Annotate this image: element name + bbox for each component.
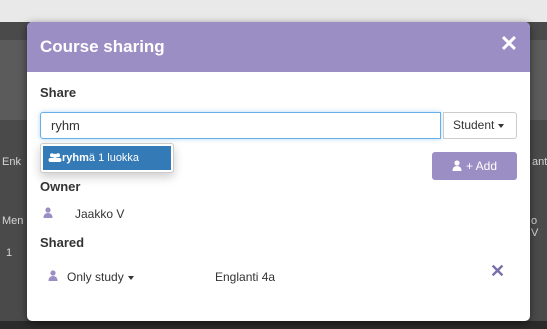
caret-down-icon xyxy=(127,275,134,280)
group-icon xyxy=(48,153,62,162)
user-icon xyxy=(43,207,53,218)
modal-title: Course sharing xyxy=(40,37,165,56)
modal-header: Course sharing ✕ xyxy=(27,22,530,72)
autocomplete-dropdown: ryhmä 1 luokka xyxy=(40,143,174,173)
background-text: o V xyxy=(531,215,539,239)
background-thumbnail-left xyxy=(0,40,27,120)
share-label: Share xyxy=(40,85,77,100)
user-icon xyxy=(48,270,58,281)
role-select[interactable]: Student xyxy=(443,112,517,139)
shared-label: Shared xyxy=(40,235,85,250)
background-text: ant xyxy=(532,156,547,168)
autocomplete-item[interactable]: ryhmä 1 luokka xyxy=(43,146,171,170)
close-icon[interactable]: ✕ xyxy=(499,33,519,55)
role-select-value: Student xyxy=(453,118,495,132)
suggestion-match-text: ryhm xyxy=(62,152,89,164)
background-text: Enk xyxy=(2,156,21,168)
course-sharing-modal: Course sharing ✕ Share Student ryhmä 1 l… xyxy=(27,22,530,321)
background-text: 1 xyxy=(6,247,13,259)
background-text: Men xyxy=(2,215,24,227)
permission-select-value: Only study xyxy=(67,270,124,284)
add-button-label: + Add xyxy=(465,159,498,173)
background-header xyxy=(0,0,547,22)
remove-share-icon[interactable]: ✕ xyxy=(490,262,505,280)
add-button[interactable]: + Add xyxy=(432,152,517,180)
owner-label: Owner xyxy=(40,179,81,194)
permission-select[interactable]: Only study xyxy=(67,270,134,284)
caret-down-icon xyxy=(498,123,505,128)
suggestion-rest-text: ä 1 luokka xyxy=(88,152,140,164)
owner-name: Jaakko V xyxy=(75,207,125,221)
shared-group-name: Englanti 4a xyxy=(215,270,276,284)
share-search-input[interactable] xyxy=(40,112,441,139)
background-footer xyxy=(0,321,547,329)
background-thumbnail-right xyxy=(530,40,547,120)
user-icon xyxy=(452,160,462,171)
